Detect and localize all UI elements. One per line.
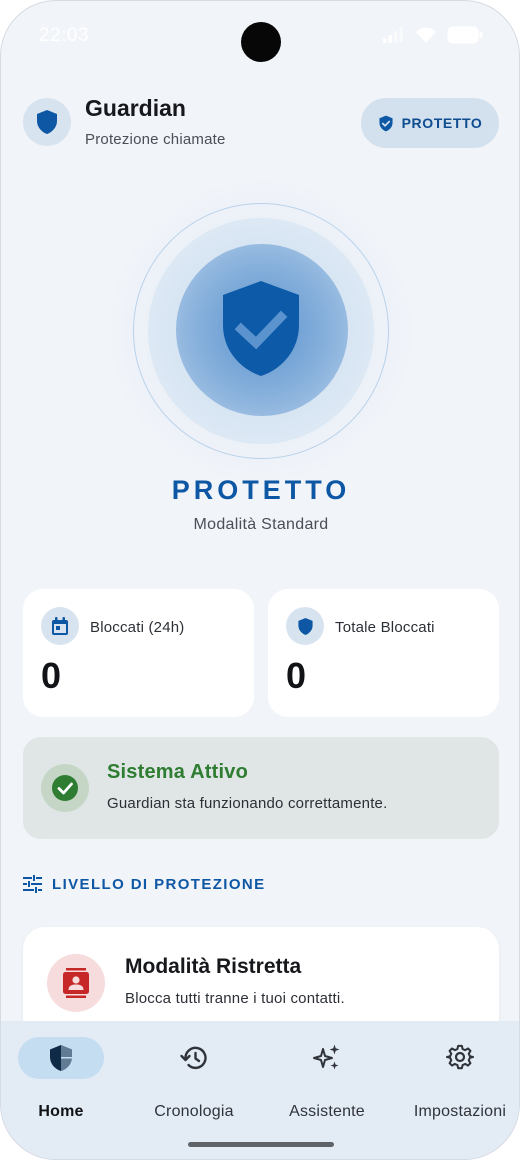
stat-icon-wrap [286,607,324,645]
front-camera [241,22,281,62]
tune-icon [23,875,42,893]
mode-icon-wrap [47,954,105,1012]
signal-icon [383,27,403,43]
system-status-title: Sistema Attivo [107,761,248,783]
status-chip-label: PROTETTO [401,115,483,131]
system-icon-wrap [41,764,89,812]
app-logo [23,98,71,146]
status-bar: 22:03 [1,1,519,71]
status-time: 22:03 [39,25,90,46]
calendar-icon [52,616,68,635]
section-title: LIVELLO DI PROTEZIONE [52,875,266,893]
home-indicator[interactable] [188,1142,334,1147]
nav-icon-pill [417,1037,503,1079]
app-title: Guardian [85,95,186,121]
stat-label: Bloccati (24h) [90,619,185,636]
sparkles-icon [313,1044,340,1070]
protection-status-chip[interactable]: PROTETTO [361,98,499,148]
contacts-icon [63,968,89,998]
nav-item-assistant[interactable]: Assistente [262,1037,392,1120]
stat-icon-wrap [41,607,79,645]
stat-card-total-blocked[interactable]: Totale Bloccati 0 [268,589,499,717]
stat-value: 0 [41,655,62,696]
stat-value: 0 [286,655,307,696]
shield-check-icon [223,281,299,376]
shield-icon [37,110,57,134]
battery-icon [447,26,483,44]
system-status-description: Guardian sta funzionando correttamente. [107,795,388,812]
nav-item-history[interactable]: Cronologia [129,1037,259,1120]
nav-item-settings[interactable]: Impostazioni [395,1037,519,1120]
mode-title: Modalità Ristretta [125,955,302,978]
nav-label: Impostazioni [413,1103,507,1120]
nav-icon-pill [284,1037,370,1079]
check-circle-icon [52,775,78,801]
gear-icon [446,1044,474,1070]
shield-check-icon [379,115,393,131]
nav-label: Home [38,1103,84,1120]
stat-card-blocked-24h[interactable]: Bloccati (24h) 0 [23,589,254,717]
nav-icon-pill [151,1037,237,1079]
protection-hero [1,181,519,481]
mode-description: Blocca tutti tranne i tuoi contatti. [125,990,345,1007]
status-icons [383,26,483,44]
stat-label: Totale Bloccati [335,619,435,636]
nav-icon-pill [18,1037,104,1079]
shield-icon [297,617,313,635]
nav-label: Cronologia [154,1103,234,1120]
protection-level-header: LIVELLO DI PROTEZIONE [23,875,266,893]
phone-screen: 22:03 Guardian Protezione chiamate PROTE… [0,0,520,1160]
bottom-navigation: Home Cronologia Assistente Impostazioni [1,1021,519,1159]
nav-item-home[interactable]: Home [1,1037,126,1120]
app-subtitle: Protezione chiamate [85,131,226,148]
system-status-card: Sistema Attivo Guardian sta funzionando … [23,737,499,839]
wifi-icon [416,27,436,43]
nav-label: Assistente [289,1103,365,1120]
shield-home-icon [50,1045,72,1071]
hero-mode-text: Modalità Standard [193,516,329,533]
hero-status-text: PROTETTO [171,475,351,505]
history-icon [180,1046,207,1070]
app-header: Guardian Protezione chiamate PROTETTO [23,95,499,151]
